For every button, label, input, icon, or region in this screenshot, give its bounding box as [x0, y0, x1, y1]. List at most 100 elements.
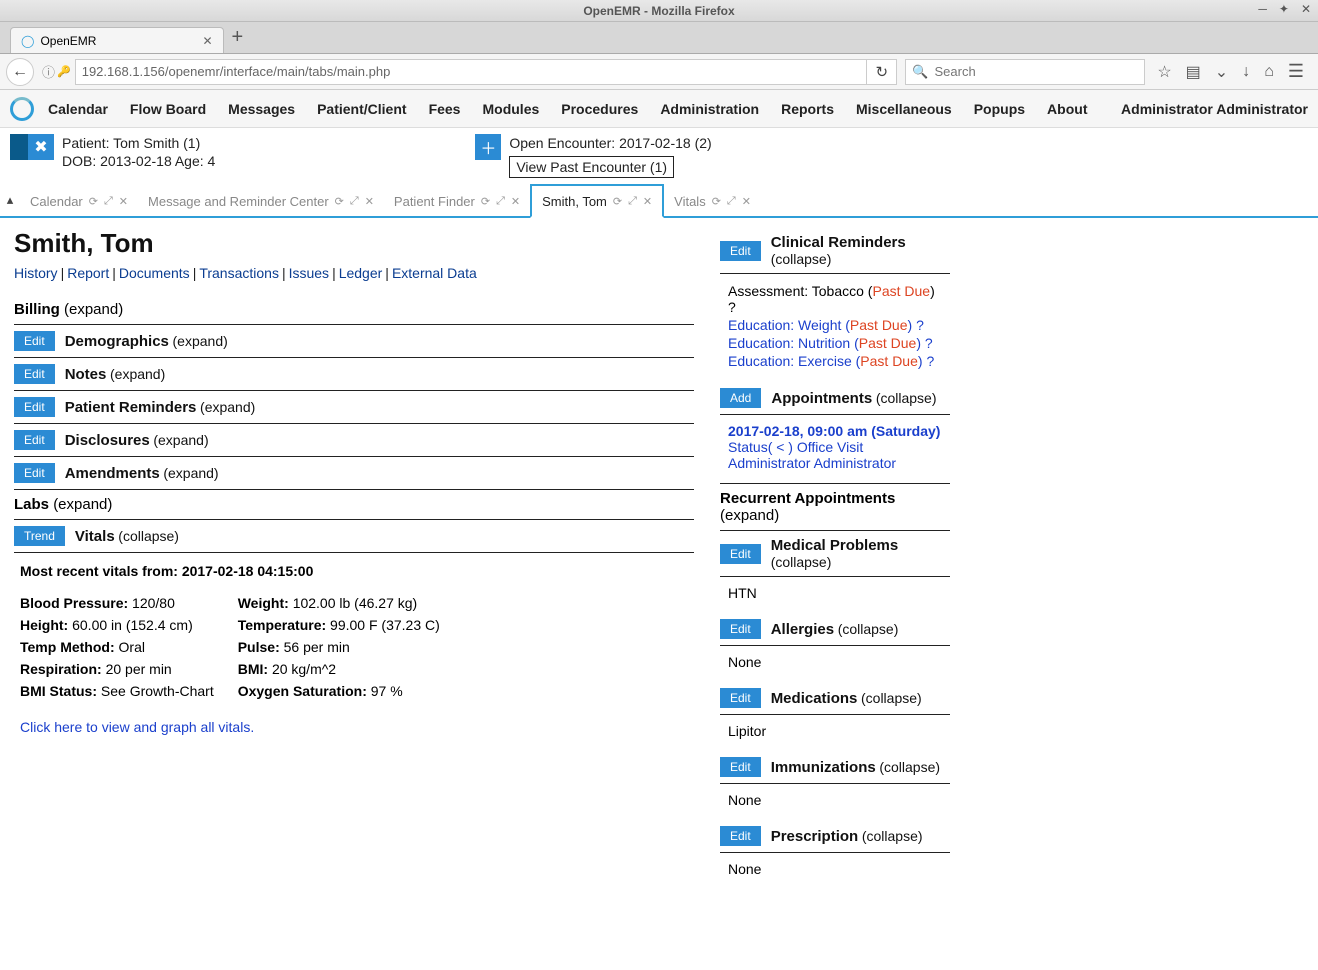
- url-input[interactable]: [75, 59, 868, 85]
- star-icon[interactable]: ☆: [1157, 62, 1171, 82]
- section-toggle[interactable]: (expand): [110, 366, 165, 382]
- refresh-icon[interactable]: ⟳: [335, 195, 344, 208]
- hamburger-menu-icon[interactable]: ☰: [1288, 61, 1304, 82]
- appointment-detail[interactable]: 2017-02-18, 09:00 am (Saturday)Status( <…: [720, 415, 950, 484]
- subnav-report[interactable]: Report: [67, 265, 109, 281]
- section-labs[interactable]: Labs (expand): [14, 490, 694, 520]
- menu-modules[interactable]: Modules: [482, 101, 539, 117]
- close-tab-icon[interactable]: ✕: [643, 195, 652, 208]
- menu-miscellaneous[interactable]: Miscellaneous: [856, 101, 952, 117]
- subnav-history[interactable]: History: [14, 265, 58, 281]
- reminder-item[interactable]: Education: Weight (Past Due) ?: [728, 316, 942, 334]
- clipboard-icon[interactable]: ▤: [1186, 62, 1201, 82]
- edit-button[interactable]: Edit: [720, 826, 761, 846]
- section-recurrent-appointments[interactable]: Recurrent Appointments (expand): [720, 484, 950, 531]
- edit-button[interactable]: Edit: [14, 430, 55, 450]
- subnav-ledger[interactable]: Ledger: [339, 265, 383, 281]
- encounter-value[interactable]: 2017-02-18 (2): [619, 135, 712, 151]
- edit-button[interactable]: Edit: [720, 757, 761, 777]
- back-button[interactable]: ←: [6, 58, 34, 86]
- patient-close-icon[interactable]: ✖: [28, 134, 54, 160]
- search-input[interactable]: [935, 64, 1139, 79]
- section-toggle[interactable]: (expand): [200, 399, 255, 415]
- search-box[interactable]: 🔍: [905, 59, 1145, 85]
- pocket-icon[interactable]: ⌄: [1215, 62, 1228, 82]
- tabrow-caret-icon[interactable]: ▴: [0, 184, 20, 216]
- menu-calendar[interactable]: Calendar: [48, 101, 108, 117]
- subnav-transactions[interactable]: Transactions: [199, 265, 279, 281]
- subnav-issues[interactable]: Issues: [289, 265, 329, 281]
- edit-button[interactable]: Edit: [14, 397, 55, 417]
- patient-list-icon[interactable]: [10, 134, 28, 160]
- section-title[interactable]: Prescription: [771, 828, 859, 845]
- expand-icon[interactable]: ⤢: [104, 195, 113, 208]
- menu-about[interactable]: About: [1047, 101, 1087, 117]
- section-toggle[interactable]: (collapse): [838, 621, 899, 637]
- download-icon[interactable]: ↓: [1242, 63, 1250, 81]
- expand-icon[interactable]: ⤢: [727, 195, 736, 208]
- section-title[interactable]: Medications: [771, 690, 858, 707]
- trend-button[interactable]: Trend: [14, 526, 65, 546]
- menu-popups[interactable]: Popups: [974, 101, 1025, 117]
- refresh-icon[interactable]: ⟳: [481, 195, 490, 208]
- new-tab-icon[interactable]: +: [232, 26, 244, 53]
- section-toggle[interactable]: (expand): [153, 432, 208, 448]
- menu-fees[interactable]: Fees: [429, 101, 461, 117]
- section-toggle[interactable]: (expand): [173, 333, 228, 349]
- tab-smith--tom[interactable]: Smith, Tom⟳⤢✕: [530, 184, 664, 218]
- view-past-encounter-button[interactable]: View Past Encounter (1): [509, 156, 674, 178]
- section-title[interactable]: Appointments: [771, 390, 872, 407]
- menu-flow-board[interactable]: Flow Board: [130, 101, 206, 117]
- close-icon[interactable]: ✕: [1298, 2, 1314, 16]
- maximize-icon[interactable]: ✦: [1276, 2, 1292, 16]
- close-tab-icon[interactable]: ✕: [742, 195, 751, 208]
- new-encounter-button[interactable]: ＋: [475, 134, 501, 160]
- section-toggle[interactable]: (collapse): [861, 690, 922, 706]
- section-title[interactable]: Medical Problems: [771, 537, 899, 554]
- section-toggle[interactable]: (collapse): [876, 390, 937, 406]
- reminder-item[interactable]: Education: Exercise (Past Due) ?: [728, 352, 942, 370]
- view-all-vitals-link[interactable]: Click here to view and graph all vitals.: [20, 719, 688, 735]
- refresh-icon[interactable]: ⟳: [89, 195, 98, 208]
- edit-button[interactable]: Edit: [720, 619, 761, 639]
- menu-procedures[interactable]: Procedures: [561, 101, 638, 117]
- reminder-item[interactable]: Education: Nutrition (Past Due) ?: [728, 334, 942, 352]
- menu-messages[interactable]: Messages: [228, 101, 295, 117]
- tab-close-icon[interactable]: ✕: [202, 34, 212, 48]
- menu-administration[interactable]: Administration: [660, 101, 759, 117]
- section-title[interactable]: Vitals: [75, 528, 115, 545]
- close-tab-icon[interactable]: ✕: [365, 195, 374, 208]
- menu-patient-client[interactable]: Patient/Client: [317, 101, 406, 117]
- section-title[interactable]: Disclosures: [65, 432, 150, 449]
- expand-icon[interactable]: ⤢: [496, 195, 505, 208]
- section-billing[interactable]: Billing (expand): [14, 295, 694, 325]
- section-toggle[interactable]: (collapse): [879, 759, 940, 775]
- section-title[interactable]: Amendments: [65, 465, 160, 482]
- expand-icon[interactable]: ⤢: [628, 195, 637, 208]
- refresh-icon[interactable]: ⟳: [613, 195, 622, 208]
- reload-button[interactable]: ↻: [867, 59, 897, 85]
- edit-button[interactable]: Edit: [14, 364, 55, 384]
- edit-button[interactable]: Edit: [720, 241, 761, 261]
- expand-icon[interactable]: ⤢: [350, 195, 359, 208]
- tab-message-and-reminder-center[interactable]: Message and Reminder Center⟳⤢✕: [138, 184, 384, 216]
- close-tab-icon[interactable]: ✕: [119, 195, 128, 208]
- info-icon[interactable]: ⓘ: [42, 62, 55, 81]
- section-toggle[interactable]: (collapse): [862, 828, 923, 844]
- section-title[interactable]: Notes: [65, 366, 107, 383]
- edit-button[interactable]: Edit: [720, 688, 761, 708]
- edit-button[interactable]: Edit: [14, 463, 55, 483]
- tab-vitals[interactable]: Vitals⟳⤢✕: [664, 184, 761, 216]
- section-toggle[interactable]: (expand): [163, 465, 218, 481]
- edit-button[interactable]: Edit: [720, 544, 761, 564]
- reminder-item[interactable]: Assessment: Tobacco (Past Due) ?: [728, 282, 942, 316]
- edit-button[interactable]: Edit: [14, 331, 55, 351]
- section-title[interactable]: Clinical Reminders: [771, 234, 906, 251]
- browser-tab[interactable]: ◯ OpenEMR ✕: [10, 27, 224, 53]
- current-user[interactable]: Administrator Administrator: [1121, 101, 1308, 117]
- add-button[interactable]: Add: [720, 388, 761, 408]
- menu-reports[interactable]: Reports: [781, 101, 834, 117]
- section-toggle[interactable]: (collapse): [771, 554, 832, 570]
- patient-name[interactable]: Tom Smith (1): [113, 135, 200, 151]
- subnav-documents[interactable]: Documents: [119, 265, 190, 281]
